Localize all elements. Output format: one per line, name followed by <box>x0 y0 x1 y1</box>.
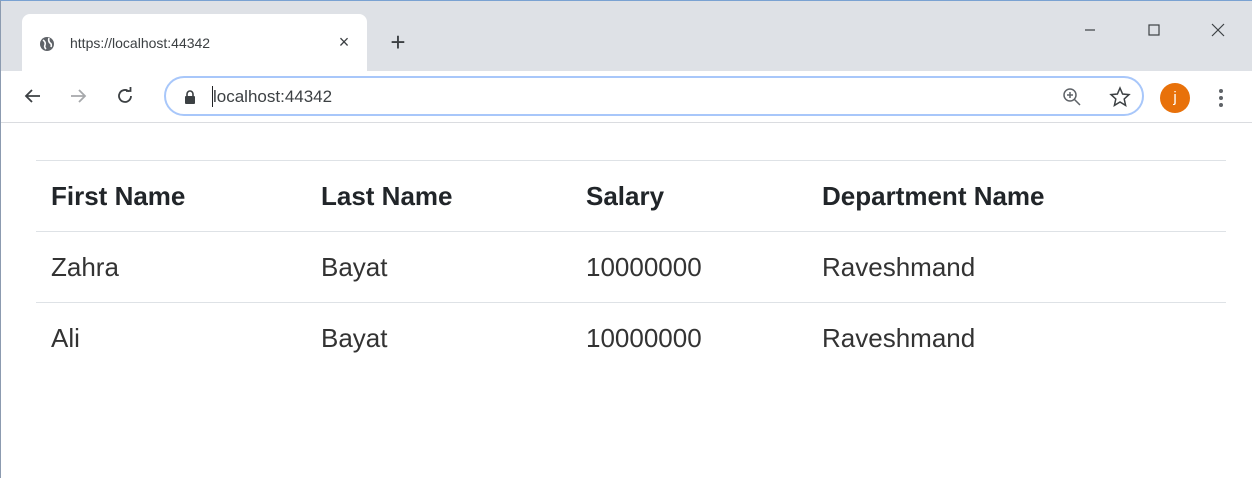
cell-last-name: Bayat <box>321 251 388 282</box>
globe-icon <box>40 37 54 51</box>
table-header-row: First Name Last Name Salary Department N… <box>36 160 1226 232</box>
cell-last-name: Bayat <box>321 322 388 353</box>
table-row: Ali Bayat 10000000 Raveshmand <box>36 303 1226 374</box>
page-content: First Name Last Name Salary Department N… <box>1 124 1252 478</box>
tab-strip: https://localhost:44342 × + <box>1 1 1252 71</box>
minimize-icon[interactable] <box>1067 15 1113 45</box>
cell-department-name: Raveshmand <box>822 322 976 353</box>
lock-icon[interactable] <box>183 89 197 105</box>
profile-avatar[interactable]: j <box>1160 83 1190 113</box>
column-header-salary: Salary <box>586 180 665 211</box>
browser-window: https://localhost:44342 × + localhost:44… <box>0 0 1252 478</box>
back-arrow-icon[interactable] <box>19 82 47 110</box>
forward-arrow-icon[interactable] <box>64 82 92 110</box>
window-close-icon[interactable] <box>1195 15 1241 45</box>
tab-title: https://localhost:44342 <box>70 35 211 51</box>
column-header-first-name: First Name <box>51 180 186 211</box>
address-bar[interactable]: localhost:44342 <box>164 76 1144 116</box>
cell-department-name: Raveshmand <box>822 251 976 282</box>
cell-first-name: Zahra <box>51 251 119 282</box>
cell-salary: 10000000 <box>586 251 702 282</box>
table-row: Zahra Bayat 10000000 Raveshmand <box>36 232 1226 303</box>
column-header-last-name: Last Name <box>321 180 453 211</box>
zoom-icon[interactable] <box>1062 87 1082 107</box>
maximize-icon[interactable] <box>1131 15 1177 45</box>
employee-table: First Name Last Name Salary Department N… <box>36 160 1226 374</box>
cell-first-name: Ali <box>51 322 80 353</box>
new-tab-icon[interactable]: + <box>386 29 410 55</box>
cell-salary: 10000000 <box>586 322 702 353</box>
browser-toolbar: localhost:44342 j <box>1 71 1252 123</box>
more-menu-icon[interactable] <box>1211 84 1231 112</box>
column-header-department-name: Department Name <box>822 180 1045 211</box>
tab-close-icon[interactable]: × <box>334 32 354 52</box>
reload-icon[interactable] <box>111 82 139 110</box>
browser-tab[interactable]: https://localhost:44342 × <box>22 14 367 71</box>
bookmark-star-icon[interactable] <box>1109 86 1131 108</box>
url-text[interactable]: localhost:44342 <box>213 87 332 107</box>
